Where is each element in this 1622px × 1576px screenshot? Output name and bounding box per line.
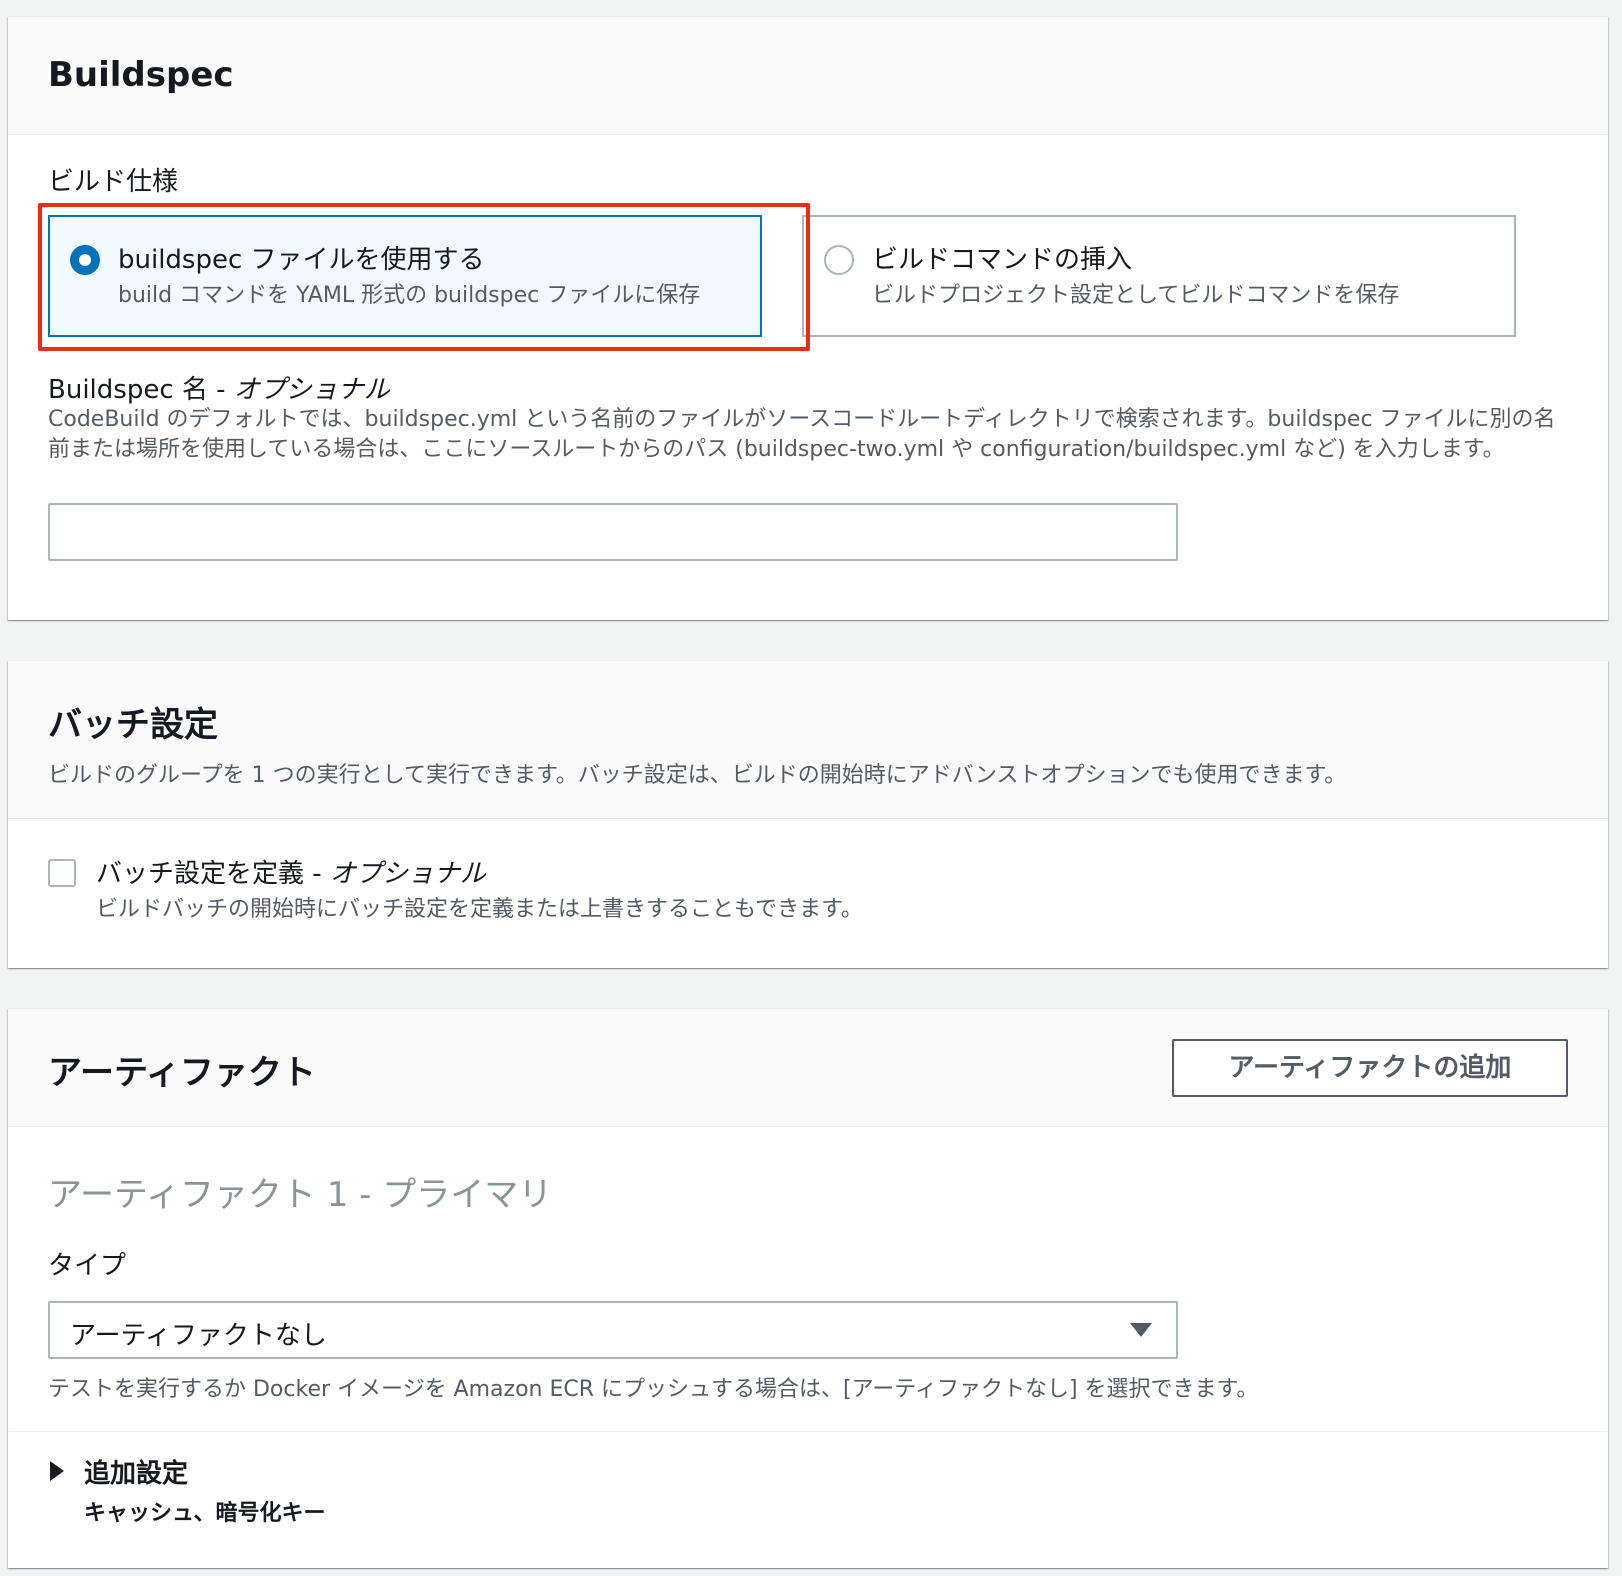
artifact-type-label: タイプ	[48, 1251, 127, 1281]
batch-config-title: バッチ設定	[48, 705, 218, 745]
insert-build-commands-desc: ビルドプロジェクト設定としてビルドコマンドを保存	[872, 283, 1400, 308]
artifact-type-hint: テストを実行するか Docker イメージを Amazon ECR にプッシュす…	[48, 1377, 1259, 1402]
use-buildspec-file-radio[interactable]	[70, 245, 100, 275]
insert-build-commands-radio[interactable]	[824, 245, 854, 275]
artifact-type-select[interactable]: アーティファクトなし	[48, 1301, 1178, 1359]
divider	[8, 1431, 1608, 1432]
use-buildspec-file-tile[interactable]: buildspec ファイルを使用する build コマンドを YAML 形式の…	[48, 215, 762, 337]
define-batch-config-label: バッチ設定を定義 - オプショナル	[96, 853, 486, 890]
build-spec-label: ビルド仕様	[48, 167, 179, 197]
insert-build-commands-tile[interactable]: ビルドコマンドの挿入 ビルドプロジェクト設定としてビルドコマンドを保存	[802, 215, 1516, 337]
additional-settings-expander[interactable]: 追加設定	[84, 1453, 188, 1490]
batch-config-panel: バッチ設定 ビルドのグループを 1 つの実行として実行できます。バッチ設定は、ビ…	[8, 660, 1608, 968]
buildspec-name-desc: CodeBuild のデフォルトでは、buildspec.yml という名前のフ…	[48, 407, 1556, 462]
artifacts-title: アーティファクト	[48, 1053, 316, 1093]
buildspec-name-optional: オプショナル	[233, 375, 390, 405]
buildspec-name-input[interactable]	[48, 503, 1178, 561]
buildspec-panel-header: Buildspec	[8, 17, 1608, 135]
define-batch-config-desc: ビルドバッチの開始時にバッチ設定を定義または上書きすることもできます。	[96, 897, 863, 922]
buildspec-name-label-text: Buildspec 名 -	[48, 375, 234, 405]
define-batch-config-optional: オプショナル	[329, 859, 486, 889]
insert-build-commands-title: ビルドコマンドの挿入	[872, 245, 1133, 275]
artifacts-panel: アーティファクト アーティファクトの追加 アーティファクト 1 - プライマリ …	[8, 1008, 1608, 1568]
define-batch-config-label-text: バッチ設定を定義 -	[96, 859, 330, 889]
caret-down-icon	[1130, 1323, 1152, 1337]
artifacts-panel-header: アーティファクト アーティファクトの追加	[8, 1009, 1608, 1127]
define-batch-config-checkbox[interactable]	[48, 859, 76, 887]
buildspec-name-label: Buildspec 名 - オプショナル	[48, 369, 390, 406]
buildspec-panel: Buildspec ビルド仕様 buildspec ファイルを使用する buil…	[8, 16, 1608, 620]
add-artifact-button[interactable]: アーティファクトの追加	[1172, 1039, 1568, 1097]
use-buildspec-file-desc: build コマンドを YAML 形式の buildspec ファイルに保存	[118, 283, 701, 308]
artifact-1-primary-heading: アーティファクト 1 - プライマリ	[48, 1175, 553, 1215]
batch-config-desc: ビルドのグループを 1 つの実行として実行できます。バッチ設定は、ビルドの開始時…	[48, 763, 1347, 788]
buildspec-panel-title: Buildspec	[48, 55, 234, 95]
additional-settings-desc: キャッシュ、暗号化キー	[84, 1501, 326, 1526]
batch-config-panel-header: バッチ設定 ビルドのグループを 1 つの実行として実行できます。バッチ設定は、ビ…	[8, 661, 1608, 819]
caret-right-icon[interactable]	[50, 1461, 64, 1481]
artifact-type-value: アーティファクトなし	[70, 1321, 327, 1351]
use-buildspec-file-title: buildspec ファイルを使用する	[118, 245, 485, 275]
